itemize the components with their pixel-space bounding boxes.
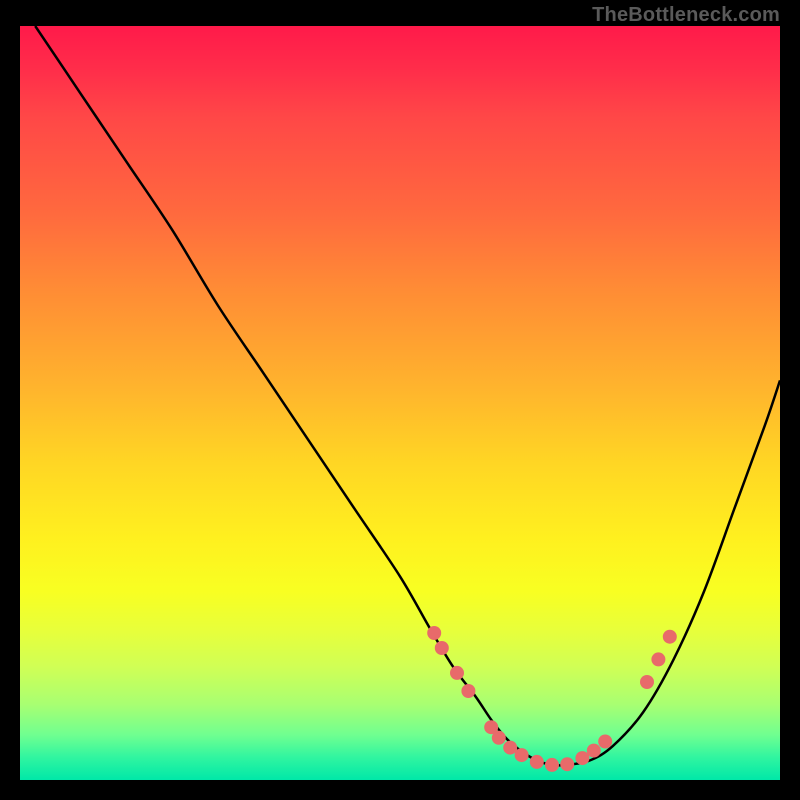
curve-line	[35, 26, 780, 766]
data-point	[530, 755, 544, 769]
chart-svg	[20, 26, 780, 780]
data-point	[427, 626, 441, 640]
data-point	[461, 684, 475, 698]
data-point	[587, 744, 601, 758]
watermark-text: TheBottleneck.com	[592, 4, 780, 27]
data-point	[663, 630, 677, 644]
data-point	[545, 758, 559, 772]
data-point	[503, 741, 517, 755]
data-point	[492, 731, 506, 745]
chart-plot-area	[20, 26, 780, 780]
data-point	[435, 641, 449, 655]
data-point	[560, 757, 574, 771]
data-point	[640, 675, 654, 689]
data-point	[515, 748, 529, 762]
data-point	[575, 751, 589, 765]
data-points-group	[427, 626, 677, 772]
data-point	[450, 666, 464, 680]
data-point	[651, 652, 665, 666]
data-point	[598, 735, 612, 749]
